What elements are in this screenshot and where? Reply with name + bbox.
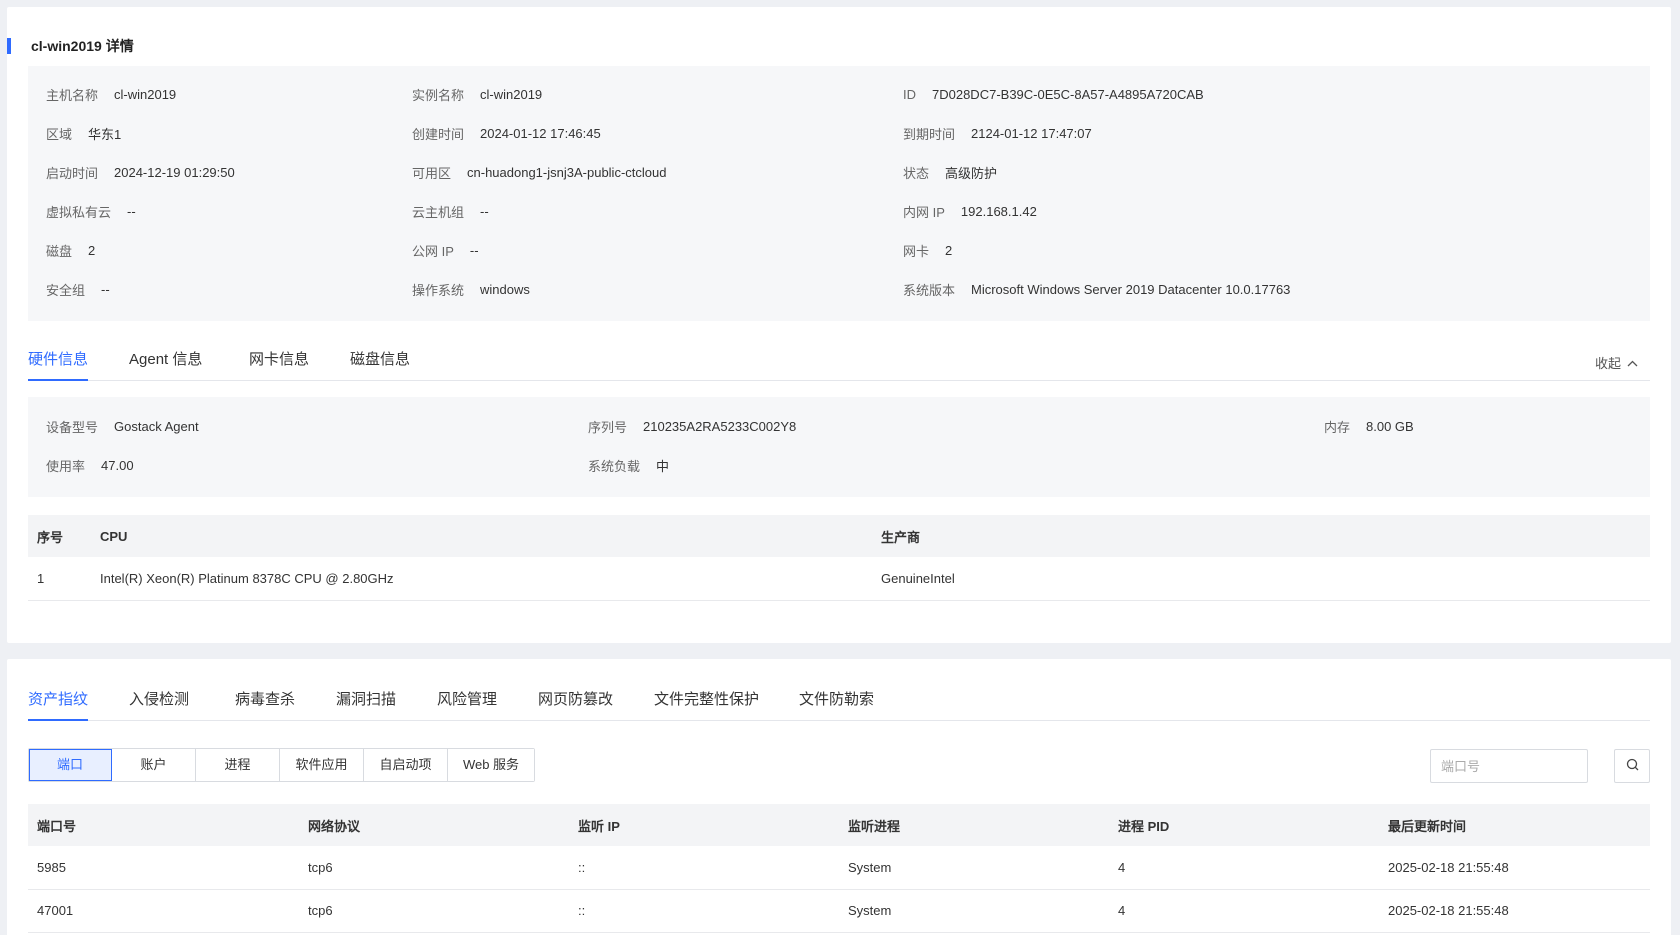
info-os: 操作系统 windows: [412, 281, 530, 298]
search-button[interactable]: [1614, 749, 1650, 783]
col-header: 监听进程: [839, 804, 1109, 846]
tab-disk-info[interactable]: 磁盘信息: [350, 349, 410, 381]
info-vpc: 虚拟私有云 --: [46, 203, 136, 220]
table-cell: 4: [1109, 889, 1379, 933]
info-host-group: 云主机组 --: [412, 203, 489, 220]
tab-nic-info[interactable]: 网卡信息: [249, 349, 309, 381]
host-detail-card: cl-win2019 详情 主机名称 cl-win2019 实例名称 cl-wi…: [7, 7, 1671, 643]
segment-software[interactable]: 软件应用: [280, 749, 364, 781]
info-created: 创建时间 2024-01-12 17:46:45: [412, 125, 601, 142]
table-cell: GenuineIntel: [872, 557, 1650, 601]
table-cell: ::: [569, 889, 839, 933]
tab-asset-fingerprint[interactable]: 资产指纹: [28, 689, 89, 721]
basic-info-panel: 主机名称 cl-win2019 实例名称 cl-win2019 ID 7D028…: [28, 66, 1650, 321]
security-card: 资产指纹 入侵检测 病毒查杀 漏洞扫描 风险管理 网页防篡改 文件完整性保护 文…: [7, 659, 1671, 935]
hw-serial: 序列号 210235A2RA5233C002Y8: [588, 418, 797, 435]
info-os-version: 系统版本 Microsoft Windows Server 2019 Datac…: [903, 281, 1291, 298]
hw-memory: 内存 8.00 GB: [1324, 418, 1414, 435]
segment-web-service[interactable]: Web 服务: [448, 749, 534, 781]
cpu-table: 序号 CPU 生产商 1 Intel(R) Xeon(R) Platinum 8…: [28, 515, 1650, 601]
info-expires: 到期时间 2124-01-12 17:47:07: [903, 125, 1092, 142]
table-cell: System: [839, 846, 1109, 890]
detail-tabs: 硬件信息 Agent 信息 网卡信息 磁盘信息 收起: [28, 341, 1650, 381]
col-header: 端口号: [28, 804, 299, 846]
tab-file-integrity[interactable]: 文件完整性保护: [654, 689, 759, 721]
port-table: 端口号 网络协议 监听 IP 监听进程 进程 PID 最后更新时间 5985 t…: [28, 804, 1650, 933]
info-security-group: 安全组 --: [46, 281, 110, 298]
table-cell: tcp6: [299, 889, 569, 933]
tab-vuln-scan[interactable]: 漏洞扫描: [336, 689, 396, 721]
table-cell: tcp6: [299, 846, 569, 890]
collapse-button[interactable]: 收起: [1595, 353, 1638, 372]
info-disks: 磁盘 2: [46, 242, 96, 259]
search-icon: [1626, 758, 1639, 774]
table-row: 5985 tcp6 :: System 4 2025-02-18 21:55:4…: [28, 846, 1650, 890]
col-header: 序号: [28, 515, 91, 557]
info-status: 状态 高级防护: [903, 165, 998, 181]
page-title: cl-win2019 详情: [7, 37, 134, 55]
table-cell: Intel(R) Xeon(R) Platinum 8378C CPU @ 2.…: [91, 557, 872, 601]
info-nics: 网卡 2: [903, 242, 953, 259]
info-id: ID 7D028DC7-B39C-0E5C-8A57-A4895A720CAB: [903, 86, 1204, 102]
table-row: 1 Intel(R) Xeon(R) Platinum 8378C CPU @ …: [28, 557, 1650, 601]
col-header: 最后更新时间: [1379, 804, 1650, 846]
tab-agent-info[interactable]: Agent 信息: [129, 349, 202, 381]
table-header-row: 端口号 网络协议 监听 IP 监听进程 进程 PID 最后更新时间: [28, 804, 1650, 846]
segment-port[interactable]: 端口: [29, 749, 112, 781]
tab-intrusion-detection[interactable]: 入侵检测: [129, 689, 189, 721]
table-cell: ::: [569, 846, 839, 890]
info-started: 启动时间 2024-12-19 01:29:50: [46, 164, 235, 181]
tab-web-tamper[interactable]: 网页防篡改: [538, 689, 613, 721]
table-cell: 1: [28, 557, 91, 601]
col-header: 网络协议: [299, 804, 569, 846]
table-cell: 47001: [28, 889, 299, 933]
col-header: 进程 PID: [1109, 804, 1379, 846]
info-zone: 可用区 cn-huadong1-jsnj3A-public-ctcloud: [412, 164, 667, 181]
info-host-name: 主机名称 cl-win2019: [46, 86, 177, 103]
asset-segment-control: 端口 账户 进程 软件应用 自启动项 Web 服务: [28, 748, 535, 782]
info-region: 区域 华东1: [46, 126, 122, 142]
tab-risk-management[interactable]: 风险管理: [437, 689, 497, 721]
info-private-ip: 内网 IP 192.168.1.42: [903, 203, 1037, 220]
hw-usage: 使用率 47.00: [46, 457, 134, 474]
col-header: 监听 IP: [569, 804, 839, 846]
table-cell: 2025-02-18 21:55:48: [1379, 889, 1650, 933]
col-header: CPU: [91, 515, 872, 557]
tab-virus-scan[interactable]: 病毒查杀: [235, 689, 295, 721]
chevron-up-icon: [1627, 356, 1638, 370]
segment-process[interactable]: 进程: [196, 749, 280, 781]
segment-account[interactable]: 账户: [112, 749, 196, 781]
port-search-input[interactable]: [1430, 749, 1588, 783]
table-cell: 2025-02-18 21:55:48: [1379, 846, 1650, 890]
table-cell: 5985: [28, 846, 299, 890]
table-cell: 4: [1109, 846, 1379, 890]
hw-load: 系统负载 中: [588, 458, 670, 474]
table-header-row: 序号 CPU 生产商: [28, 515, 1650, 557]
segment-autostart[interactable]: 自启动项: [364, 749, 448, 781]
table-cell: System: [839, 889, 1109, 933]
table-row: 47001 tcp6 :: System 4 2025-02-18 21:55:…: [28, 889, 1650, 933]
info-public-ip: 公网 IP --: [412, 242, 479, 259]
tab-hardware-info[interactable]: 硬件信息: [28, 349, 89, 381]
title-accent-bar: [7, 38, 11, 54]
tab-ransomware[interactable]: 文件防勒索: [799, 689, 874, 721]
hw-model: 设备型号 Gostack Agent: [46, 418, 199, 435]
hardware-info-panel: 设备型号 Gostack Agent 序列号 210235A2RA5233C00…: [28, 397, 1650, 497]
info-instance-name: 实例名称 cl-win2019: [412, 86, 543, 103]
security-tabs: 资产指纹 入侵检测 病毒查杀 漏洞扫描 风险管理 网页防篡改 文件完整性保护 文…: [28, 681, 1650, 721]
col-header: 生产商: [872, 515, 1650, 557]
